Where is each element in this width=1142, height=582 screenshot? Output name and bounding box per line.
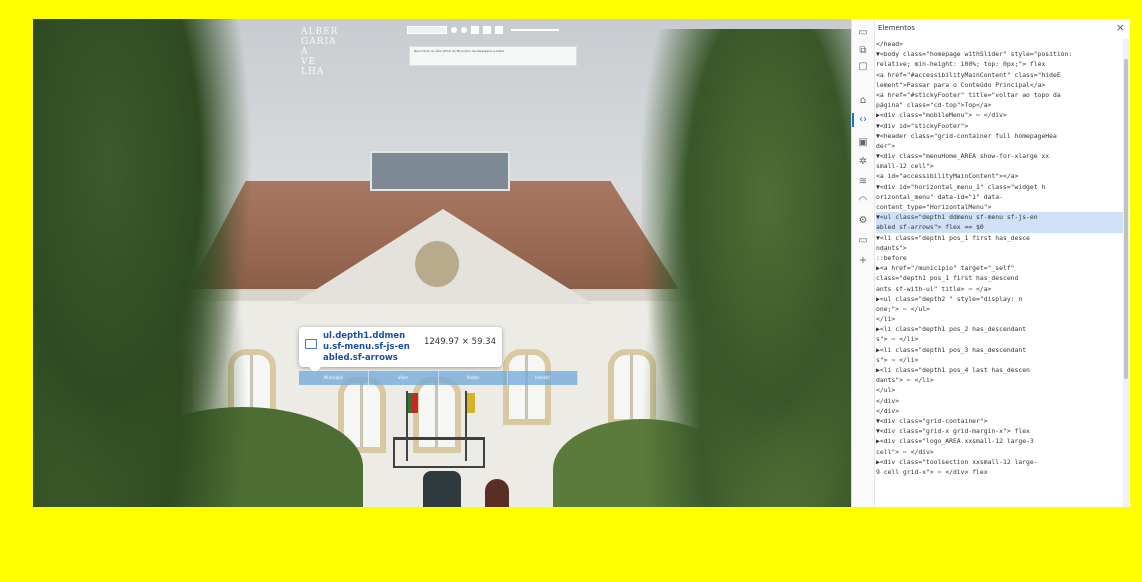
dom-tree-line[interactable]: class="depth1 pos_1 first has_descend — [876, 273, 1124, 283]
highlighted-menu: Município Viver Visitar Investir — [299, 371, 578, 385]
search-icon[interactable] — [451, 27, 457, 33]
dom-tree-line[interactable]: ▼<div id="horizontal_menu_1" class="widg… — [876, 182, 1124, 192]
dom-tree-line[interactable]: ▶<div class="toolsection xxsmall-12 larg… — [876, 457, 1124, 467]
dom-tree-line[interactable]: one;"> ⋯ </ul> — [876, 304, 1124, 314]
dom-tree-line[interactable]: ▶<div class="logo_AREA xxsmall-12 large-… — [876, 436, 1124, 446]
dom-tree-line[interactable]: ▶<ul class="depth2 " style="display: n — [876, 294, 1124, 304]
dom-tree-line[interactable]: ▼<div id="stickyFooter"> — [876, 121, 1124, 131]
tree-left — [33, 19, 253, 507]
code-icon[interactable]: ‹› — [857, 114, 869, 126]
dom-tree-line[interactable]: ▶<li class="depth1 pos_2 has_descendant — [876, 324, 1124, 334]
devtools-scrollbar[interactable] — [1123, 39, 1129, 507]
dom-tree-line[interactable]: </ul> — [876, 385, 1124, 395]
dom-tree-line[interactable]: </div> — [876, 406, 1124, 416]
site-search-input[interactable] — [407, 26, 447, 34]
dom-tree-line[interactable]: </head> — [876, 39, 1124, 49]
performance-icon[interactable]: ◠ — [857, 195, 869, 207]
copy-icon[interactable]: ⧉ — [857, 45, 869, 57]
devtools-panel: ▭ ⧉ ▢ ⌂ ‹› ▣ ✲ ≋ ◠ ⚙ ▭ + Elementos × ⋯ <… — [851, 19, 1130, 507]
dom-tree-line[interactable]: 9 cell grid-x"> ⋯ </div> flex — [876, 467, 1124, 477]
logo-line: ALBER — [301, 27, 339, 37]
dom-tree-line[interactable]: ▶<div class="mobileMenu"> ⋯ </div> — [876, 110, 1124, 120]
site-logo[interactable]: ALBER GARIA A VE LHA — [301, 27, 341, 77]
dom-tree-line[interactable]: cell"> ⋯ </div> — [876, 447, 1124, 457]
statue — [423, 471, 461, 507]
plus-icon[interactable]: + — [857, 255, 869, 267]
close-icon[interactable]: × — [1116, 21, 1125, 34]
tooltip-selector: ul.depth1.ddmenu.sf-menu.sf-js-enabled.s… — [323, 331, 410, 363]
dom-tree-line[interactable]: página" class="cd-top">Top</a> — [876, 100, 1124, 110]
municipal-flag — [465, 391, 475, 461]
dom-tree-line[interactable]: ndants"> — [876, 243, 1124, 253]
website-content: ALBER GARIA A VE LHA Bem-Vindo ao site o… — [33, 19, 851, 507]
home-icon[interactable]: ⌂ — [857, 95, 869, 107]
dom-tree-line[interactable]: ▼<div class="grid-container"> — [876, 416, 1124, 426]
portugal-flag — [406, 391, 418, 461]
dom-tree-line[interactable]: ▼<ul class="depth1 ddmenu sf-menu sf-js-… — [876, 212, 1124, 223]
settings-icon[interactable]: ⚙ — [857, 215, 869, 227]
devtools-tab-title[interactable]: Elementos — [878, 24, 915, 32]
dom-tree-line[interactable]: </div> — [876, 396, 1124, 406]
wifi-icon[interactable]: ≋ — [857, 176, 869, 188]
dom-tree-line[interactable]: <a id="accessibilityMainContent"></a> — [876, 171, 1124, 181]
scrollbar-thumb[interactable] — [1124, 59, 1128, 379]
bug-icon[interactable]: ✲ — [857, 156, 869, 168]
dom-tree-line[interactable]: ▼<body class="homepage withSlider" style… — [876, 49, 1124, 59]
logo-line: VE — [301, 57, 317, 67]
flex-badge-icon — [305, 339, 317, 349]
devtools-header: Elementos × — [852, 19, 1130, 37]
dom-tree-line[interactable]: ▶<li class="depth1 pos_3 has_descendant — [876, 345, 1124, 355]
logo-line: GARIA — [301, 37, 337, 47]
activity-selection-indicator — [852, 113, 854, 127]
dom-tree-line[interactable]: s"> ⋯ </li> — [876, 355, 1124, 365]
accessibility-icon[interactable] — [461, 27, 467, 33]
logo-line: A — [301, 47, 309, 57]
coat-of-arms — [415, 241, 459, 287]
window-icon[interactable]: ▢ — [857, 61, 869, 73]
logo-line: LHA — [301, 67, 325, 77]
tooltip-size: 1249.97 × 59.34 — [423, 337, 496, 347]
welcome-notice: Bem-Vindo ao site oficial do Município d… — [409, 46, 577, 66]
dom-tree-line[interactable]: ▼<div class="menuHome_AREA show-for-xlar… — [876, 151, 1124, 161]
roof-skylight — [370, 151, 510, 191]
dom-tree-line[interactable]: ▶<a href="/municipio" target="_self" — [876, 263, 1124, 273]
dom-tree-line[interactable]: s"> ⋯ </li> — [876, 334, 1124, 344]
menu-item-viver[interactable]: Viver — [369, 371, 439, 385]
menu-item-visitar[interactable]: Visitar — [439, 371, 509, 385]
dom-tree-line[interactable]: dants"> ⋯ </li> — [876, 375, 1124, 385]
dom-tree-line[interactable]: der"> — [876, 141, 1124, 151]
menu-item-municipio[interactable]: Município — [299, 371, 369, 385]
dom-tree-line[interactable]: relative; min-height: 100%; top: 0px;"> … — [876, 59, 1124, 69]
dom-tree-line[interactable]: ants sf-with-ul" title> ⋯ </a> — [876, 284, 1124, 294]
dom-tree-line[interactable]: ▼<li class="depth1 pos_1 first has_desce — [876, 233, 1124, 243]
dom-tree-line[interactable]: </li> — [876, 314, 1124, 324]
toolbar-divider — [511, 29, 559, 31]
person-figure — [485, 479, 509, 507]
font-size-icon[interactable] — [471, 26, 479, 34]
screenshot-root: { "site": { "logo_lines": ["ALBER", "GAR… — [0, 0, 1142, 582]
site-toolbar — [407, 24, 579, 36]
contrast-icon[interactable] — [483, 26, 491, 34]
language-icon[interactable] — [495, 26, 503, 34]
dom-tree-line[interactable]: orizontal_menu" data-id="1" data- — [876, 192, 1124, 202]
dom-tree-line[interactable]: ▶<li class="depth1 pos_4 last has_descen — [876, 365, 1124, 375]
dom-tree-line[interactable]: lement">Passar para o Conteúdo Principal… — [876, 80, 1124, 90]
dom-tree-line[interactable]: content_type="HorizontalMenu"> — [876, 202, 1124, 212]
window — [503, 349, 551, 425]
dom-tree-line[interactable]: <a href="#stickyFooter" title="voltar ao… — [876, 90, 1124, 100]
dom-tree-line[interactable]: ▼<div class="grid-x grid-margin-x"> flex — [876, 426, 1124, 436]
menu-item-investir[interactable]: Investir — [508, 371, 578, 385]
tree-right — [641, 29, 851, 507]
browser-viewport: ALBER GARIA A VE LHA Bem-Vindo ao site o… — [33, 19, 1130, 507]
console-icon[interactable]: ▣ — [857, 137, 869, 149]
dom-tree-line[interactable]: ::before — [876, 253, 1124, 263]
dom-tree[interactable]: </head> ▼<body class="homepage withSlider… — [876, 39, 1124, 507]
dom-tree-line[interactable]: ▼<header class="grid-container full home… — [876, 131, 1124, 141]
application-icon[interactable]: ▭ — [857, 235, 869, 247]
dom-tree-line[interactable]: abled sf-arrows"> flex == $0 — [876, 222, 1124, 233]
dom-tree-line[interactable]: small-12 cell"> — [876, 161, 1124, 171]
devtools-activity-bar: ▭ ⧉ ▢ ⌂ ‹› ▣ ✲ ≋ ◠ ⚙ ▭ + — [852, 19, 875, 507]
inspect-tooltip: ul.depth1.ddmenu.sf-menu.sf-js-enabled.s… — [299, 327, 502, 373]
dom-tree-line[interactable]: <a href="#accessibilityMainContent" clas… — [876, 70, 1124, 80]
